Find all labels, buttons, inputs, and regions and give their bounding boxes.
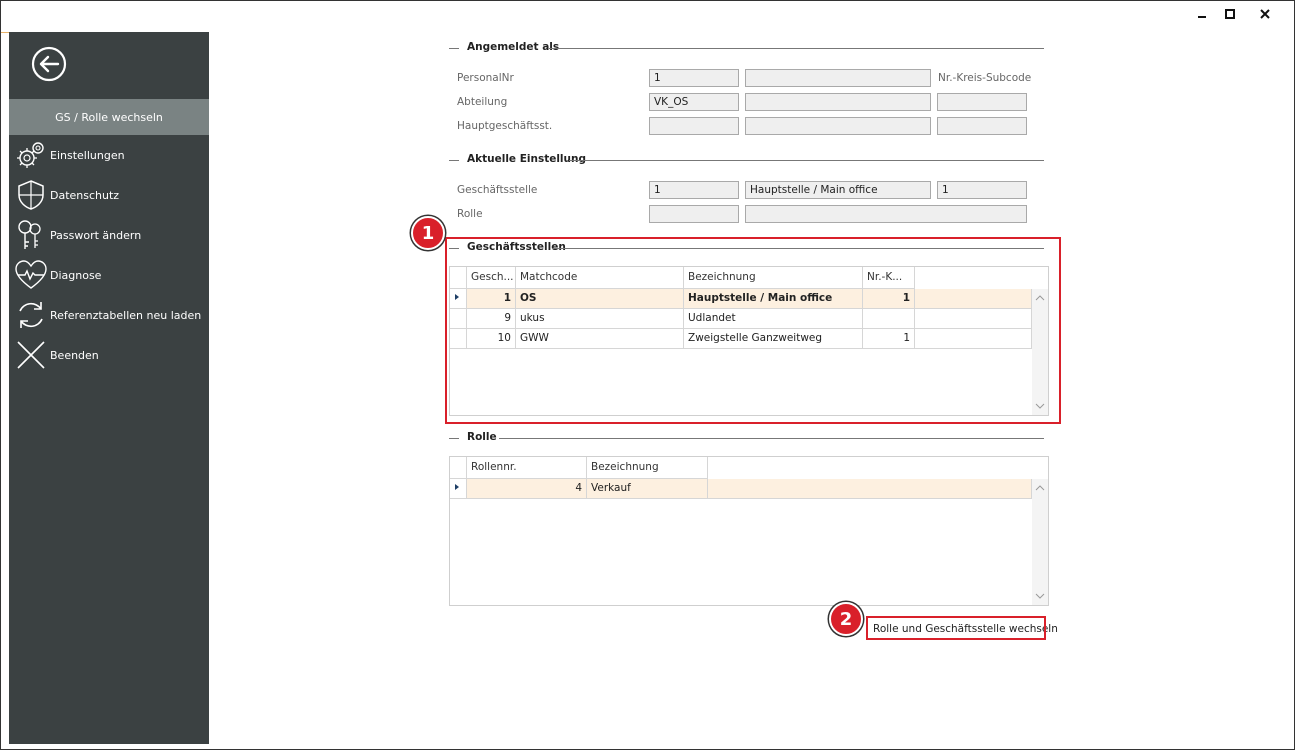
rolle-nr-field[interactable] <box>649 205 739 223</box>
kreis-subcode-label: Nr.-Kreis-Subcode <box>938 72 1032 84</box>
sidebar-item-label: Passwort ändern <box>50 228 142 242</box>
close-icon <box>1260 9 1270 19</box>
cell-empty <box>708 479 1032 499</box>
section-rolle: Rolle <box>449 431 1044 445</box>
refresh-icon <box>13 297 49 333</box>
row-pointer-icon <box>455 484 459 490</box>
callout-badge-2: 2 <box>829 602 863 636</box>
grid-indicator-header <box>450 457 467 479</box>
app-window: GS / Rolle wechseln Einstellungen Datens… <box>0 0 1295 750</box>
sidebar-item-einstellungen[interactable]: Einstellungen <box>9 136 209 174</box>
cell-bezeichnung[interactable]: Verkauf <box>587 479 708 499</box>
section-title: Aktuelle Einstellung <box>467 153 593 165</box>
shield-icon <box>13 177 49 213</box>
vertical-scrollbar[interactable] <box>1032 479 1048 605</box>
rolle-grid: Rollennr. Bezeichnung 4 Verkauf <box>449 456 1049 606</box>
main-content: Angemeldet als PersonalNr 1 Nr.-Kreis-Su… <box>209 32 1294 744</box>
personalnr-name-field[interactable] <box>745 69 931 87</box>
keys-icon <box>13 217 49 253</box>
personalnr-label: PersonalNr <box>457 72 514 84</box>
geschaeftsstelle-label: Geschäftsstelle <box>457 184 538 196</box>
abteilung-field[interactable]: VK_OS <box>649 93 739 111</box>
column-header-rollennr[interactable]: Rollennr. <box>467 457 587 479</box>
callout-frame-1 <box>445 237 1061 424</box>
gears-icon <box>13 137 49 173</box>
geschaeftsstelle-name-field[interactable]: Hauptstelle / Main office <box>745 181 931 199</box>
hauptgs-nr-field[interactable] <box>649 117 739 135</box>
sidebar-item-label: Einstellungen <box>50 148 125 162</box>
section-aktuelle-einstellung: Aktuelle Einstellung <box>449 153 1044 167</box>
column-header-bezeichnung[interactable]: Bezeichnung <box>587 457 708 479</box>
sidebar-item-gs-rolle-wechseln[interactable]: GS / Rolle wechseln <box>9 99 209 135</box>
sidebar-item-label: Beenden <box>50 348 99 362</box>
scroll-down-icon[interactable] <box>1035 593 1045 599</box>
title-bar <box>1 1 1294 33</box>
callout-badge-1: 1 <box>411 216 445 250</box>
callout-frame-2 <box>866 616 1046 640</box>
hauptgs-name-field[interactable] <box>745 117 931 135</box>
sidebar-item-beenden[interactable]: Beenden <box>9 336 209 374</box>
back-arrow-icon <box>31 46 67 82</box>
geschaeftsstelle-nr-field[interactable]: 1 <box>649 181 739 199</box>
row-indicator[interactable] <box>450 479 467 499</box>
minimize-icon <box>1198 16 1206 18</box>
close-window-button[interactable] <box>1251 4 1279 24</box>
sidebar-item-label: Datenschutz <box>50 188 120 202</box>
hauptgs-code-field[interactable] <box>937 117 1027 135</box>
section-angemeldet: Angemeldet als <box>449 41 1044 55</box>
minimize-button[interactable] <box>1188 4 1216 24</box>
heart-pulse-icon <box>13 257 49 293</box>
sidebar-item-datenschutz[interactable]: Datenschutz <box>9 176 209 214</box>
sidebar: GS / Rolle wechseln Einstellungen Datens… <box>9 32 209 744</box>
sidebar-item-label: Diagnose <box>50 268 102 282</box>
scroll-up-icon[interactable] <box>1035 485 1045 491</box>
section-title: Angemeldet als <box>467 41 566 53</box>
cell-rollennr[interactable]: 4 <box>467 479 587 499</box>
sidebar-item-referenztabellen[interactable]: Referenztabellen neu laden <box>9 296 209 334</box>
abteilung-label: Abteilung <box>457 96 508 108</box>
hauptgs-label: Hauptgeschäftsst. <box>457 120 553 132</box>
kreis-subcode-field[interactable] <box>937 93 1027 111</box>
rolle-label: Rolle <box>457 208 483 220</box>
sidebar-item-diagnose[interactable]: Diagnose <box>9 256 209 294</box>
maximize-button[interactable] <box>1216 4 1244 24</box>
geschaeftsstelle-code-field[interactable]: 1 <box>937 181 1027 199</box>
section-title: Rolle <box>467 431 503 443</box>
rolle-name-field[interactable] <box>745 205 1027 223</box>
abteilung-name-field[interactable] <box>745 93 931 111</box>
sidebar-item-label: Referenztabellen neu laden <box>50 308 202 322</box>
sidebar-item-passwort-aendern[interactable]: Passwort ändern <box>9 216 209 254</box>
personalnr-field[interactable]: 1 <box>649 69 739 87</box>
close-x-icon <box>13 337 49 373</box>
back-button[interactable] <box>31 46 67 82</box>
maximize-icon <box>1225 9 1235 19</box>
